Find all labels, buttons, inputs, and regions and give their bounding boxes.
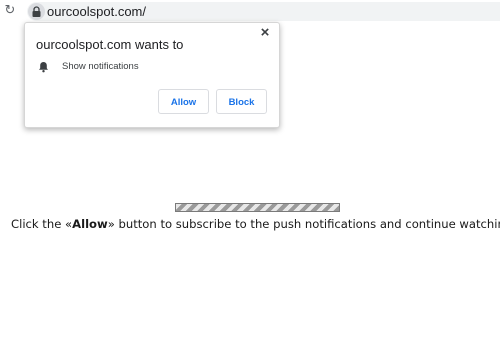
browser-toolbar: ↻ ourcoolspot.com/ [0, 0, 500, 23]
permission-label: Show notifications [62, 61, 139, 72]
reload-icon[interactable]: ↻ [3, 2, 17, 19]
page-instruction-text: Click the «Allow» button to subscribe to… [11, 217, 500, 231]
bell-icon [39, 62, 48, 73]
address-bar[interactable]: ourcoolspot.com/ [27, 2, 500, 21]
popup-title: ourcoolspot.com wants to [36, 37, 184, 52]
block-button[interactable]: Block [216, 89, 267, 114]
url-text[interactable]: ourcoolspot.com/ [47, 3, 146, 20]
lock-icon [32, 6, 41, 17]
loading-bar [175, 203, 340, 212]
site-info-button[interactable] [28, 3, 45, 20]
close-icon[interactable]: × [258, 25, 272, 40]
notification-permission-popup: ourcoolspot.com wants to × Show notifica… [24, 22, 280, 128]
allow-button[interactable]: Allow [158, 89, 209, 114]
message-suffix: » button to subscribe to the push notifi… [107, 217, 500, 231]
message-prefix: Click the « [11, 217, 73, 231]
message-strong: Allow [72, 217, 108, 231]
